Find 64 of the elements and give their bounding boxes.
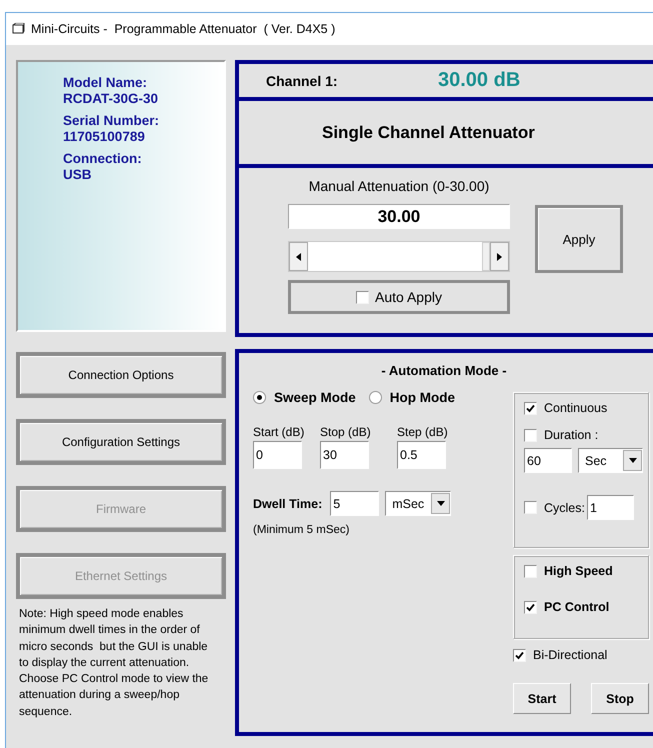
scroll-thumb[interactable] (482, 242, 490, 271)
field-label: Start (dB) (253, 425, 306, 439)
info-value: 11705100789 (63, 129, 146, 144)
automation-title: - Automation Mode - (380, 363, 508, 378)
radio-dot-icon (257, 395, 262, 400)
checkbox[interactable] (513, 648, 526, 662)
input-field[interactable]: 60 (524, 448, 572, 473)
info-label: Connection: (63, 151, 143, 166)
info-label: Model Name: (63, 75, 148, 90)
attenuation-input[interactable]: 30.00 (288, 204, 510, 229)
checkbox[interactable] (524, 402, 537, 414)
checkbox[interactable] (524, 600, 537, 614)
unit-dropdown[interactable]: mSec (385, 491, 452, 516)
checkbox-label: Cycles: (544, 500, 585, 514)
scroll-left-button[interactable] (289, 242, 308, 271)
field-label: Stop (dB) (320, 425, 372, 439)
side-button[interactable]: Configuration Settings (16, 419, 226, 465)
auto-apply-toggle[interactable]: Auto Apply (288, 280, 510, 314)
hint-text: (Minimum 5 mSec) (253, 524, 350, 536)
checkmark-icon (526, 602, 535, 612)
input-field[interactable]: 30 (320, 441, 369, 469)
checkbox[interactable] (524, 501, 537, 514)
caret-icon (628, 458, 636, 463)
action-button[interactable]: Start (513, 683, 571, 714)
checkmark-icon (515, 650, 524, 660)
checkbox-label: Continuous (544, 401, 608, 415)
field-label: Step (dB) (397, 425, 449, 439)
note-text: Note: High speed mode enables minimum dwell times in the order of micro seconds but the GUI is unable to display the current attenuation. Choose PC Control mode to view the attenuation during a sweep/hop sequence. (19, 607, 210, 720)
side-button[interactable]: Connection Options (16, 352, 226, 398)
info-label: Serial Number: (63, 113, 160, 128)
attenuation-reading: 30.00 dB (438, 69, 520, 92)
attenuation-scrollbar[interactable] (288, 241, 510, 272)
input-field[interactable]: 5 (330, 491, 380, 516)
radio-label: Hop Mode (390, 390, 456, 405)
checkbox[interactable] (524, 428, 537, 442)
input-field[interactable]: 0 (253, 441, 302, 469)
input-field[interactable]: 0.5 (397, 441, 446, 469)
dwell-time-label: Dwell Time: (253, 496, 322, 510)
radio-button[interactable] (253, 391, 266, 404)
manual-attenuation-label: Manual Attenuation (0-30.00) (308, 178, 490, 194)
checkbox[interactable] (524, 564, 537, 578)
radio-label: Sweep Mode (274, 390, 356, 405)
action-button[interactable]: Stop (591, 683, 649, 714)
window-title: Mini-Circuits - Programmable Attenuator ( Ver. D4X5 ) (31, 22, 336, 36)
channel-label: Channel 1: (266, 72, 339, 88)
caret-icon (436, 501, 445, 506)
info-value: USB (63, 167, 93, 182)
caret-icon (296, 252, 301, 260)
caret-icon (497, 252, 502, 260)
checkbox-label: Bi-Directional (533, 648, 608, 662)
scroll-right-button[interactable] (490, 242, 509, 271)
checkbox[interactable] (356, 290, 370, 304)
checkbox-label: Auto Apply (375, 289, 442, 305)
checkbox-label: Duration : (544, 428, 598, 442)
mode-title: Single Channel Attenuator (322, 122, 535, 142)
input-field[interactable]: 1 (586, 495, 634, 520)
checkbox-label: High Speed (544, 564, 613, 578)
apply-button[interactable]: Apply (535, 205, 623, 273)
info-value: RCDAT-30G-30 (63, 91, 160, 106)
checkmark-icon (526, 404, 535, 412)
radio-button[interactable] (368, 391, 382, 404)
checkbox-label: PC Control (544, 600, 610, 614)
app-icon (12, 23, 25, 35)
unit-dropdown[interactable]: Sec (578, 448, 643, 473)
